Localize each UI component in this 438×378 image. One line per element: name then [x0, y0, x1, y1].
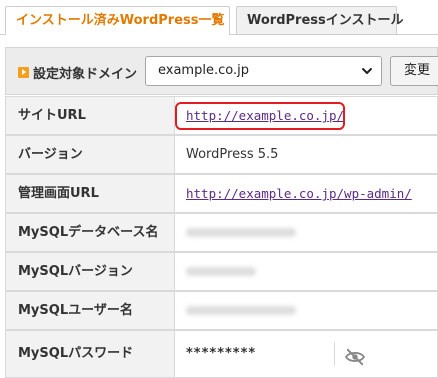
change-button[interactable]: 変更: [390, 56, 438, 86]
row-value: [175, 252, 438, 291]
domain-select-value: example.co.jp: [158, 63, 249, 78]
highlight-box: [175, 102, 345, 130]
row-value: *********: [175, 330, 438, 378]
table-row-mysql-user: MySQLユーザー名: [5, 291, 438, 330]
row-value: [175, 213, 438, 252]
domain-selector-bar: 設定対象ドメイン example.co.jp 変更: [5, 47, 438, 95]
chevron-down-icon: [362, 68, 372, 74]
redacted-value: [186, 306, 296, 315]
row-label: MySQLユーザー名: [5, 291, 175, 330]
row-label: バージョン: [5, 135, 175, 174]
row-label: MySQLパスワード: [5, 330, 175, 378]
table-row-mysql-version: MySQLバージョン: [5, 252, 438, 291]
play-square-icon: [18, 67, 29, 78]
table-row-mysql-password: MySQLパスワード *********: [5, 330, 438, 378]
row-label: MySQLバージョン: [5, 252, 175, 291]
version-value: WordPress 5.5: [175, 135, 438, 174]
table-row-admin-url: 管理画面URL http://example.co.jp/wp-admin/: [5, 174, 438, 213]
redacted-value: [186, 267, 256, 276]
admin-url-link[interactable]: http://example.co.jp/wp-admin/: [186, 186, 412, 201]
domain-select[interactable]: example.co.jp: [145, 56, 382, 86]
table-row-version: バージョン WordPress 5.5: [5, 135, 438, 174]
row-value: http://example.co.jp/wp-admin/: [175, 174, 438, 213]
row-label: サイトURL: [5, 96, 175, 135]
table-row-mysql-db: MySQLデータベース名: [5, 213, 438, 252]
eye-slash-icon[interactable]: [344, 348, 366, 366]
row-label: 管理画面URL: [5, 174, 175, 213]
tab-install-wordpress[interactable]: WordPressインストール: [236, 6, 404, 34]
password-masked: *********: [186, 346, 257, 361]
row-value: [175, 291, 438, 330]
redacted-value: [186, 228, 296, 237]
tab-installed-list[interactable]: インストール済みWordPress一覧: [5, 6, 230, 34]
row-label: MySQLデータベース名: [5, 213, 175, 252]
domain-label: 設定対象ドメイン: [33, 67, 138, 82]
divider: [334, 342, 335, 366]
